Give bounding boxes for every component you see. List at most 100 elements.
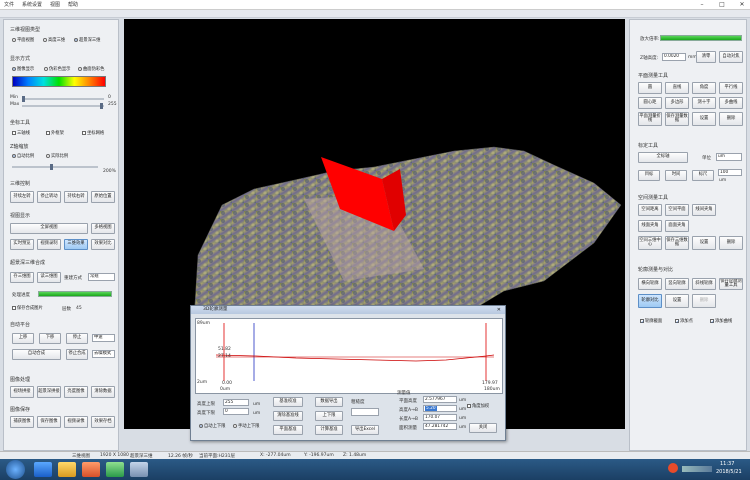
radio-pseudocolor[interactable]: 伪彩色显示 [44, 66, 70, 72]
calc-baseline-button[interactable]: 计算基准 [315, 425, 343, 435]
live-preview-button[interactable]: 实时预览 [10, 239, 34, 250]
calib-all-button[interactable]: 全标轴 [638, 152, 688, 163]
radio-edof-3d[interactable]: 超景深三维 [74, 37, 100, 43]
check-axis[interactable]: 三轴线 [12, 130, 30, 136]
horizontal-profile-button[interactable]: 横向轮廓 [638, 278, 662, 290]
profile-settings-button[interactable]: 设置 [665, 294, 689, 308]
move-down-button[interactable]: 下移 [39, 333, 61, 344]
ie-icon[interactable] [34, 462, 52, 477]
vertical-profile-button[interactable]: 竖向轮廓 [665, 278, 689, 290]
auto-focus-button[interactable]: 自动对焦 [719, 51, 743, 63]
save-3d-data-button[interactable]: 保存三维数据 [665, 236, 689, 250]
baseline-calib-button[interactable]: 基准校准 [273, 397, 303, 407]
export-excel-button[interactable]: 导出Excel [351, 425, 379, 435]
scale-bar-button[interactable]: 标尺 [692, 170, 714, 181]
check-grid[interactable]: 坐标网格 [82, 130, 104, 136]
fullscreen-button[interactable]: 全屏视图 [10, 223, 88, 234]
speed-select[interactable]: 中速 [92, 334, 115, 342]
circle-tool-button[interactable]: 圆 [638, 82, 662, 94]
menu-file[interactable]: 文件 [4, 1, 14, 8]
minimize-icon[interactable]: – [696, 0, 708, 9]
check-angle-weight[interactable]: 角度加权 [467, 403, 489, 409]
dialog-close-button[interactable]: 关闭 [469, 423, 497, 433]
check-frame[interactable]: 外框架 [46, 130, 64, 136]
close-icon[interactable]: ✕ [736, 0, 748, 9]
radio-surface-pseudocolor[interactable]: 曲面伪彩色 [78, 66, 104, 72]
multi-view-button[interactable]: 多格视图 [91, 223, 115, 234]
center-dist-button[interactable]: 圆心距 [638, 97, 662, 109]
brightness-button[interactable]: 亮度图像 [64, 386, 88, 398]
time-button[interactable]: 时间 [665, 170, 687, 181]
check-profile-section[interactable]: ✓ 轮廓截面 [640, 318, 662, 324]
sogou-icon[interactable] [668, 463, 678, 473]
space-center-button[interactable]: 空间三维中心 [638, 236, 662, 250]
polygon-button[interactable]: 多边形 [665, 97, 689, 109]
clear-z-button[interactable]: 清零 [696, 51, 716, 63]
radio-image-display[interactable]: 图像显示 [12, 66, 34, 72]
space-distance-button[interactable]: 空间距离 [638, 204, 662, 216]
space-plane-button[interactable]: 空间平面 [665, 204, 689, 216]
app-icon-2[interactable] [130, 462, 148, 477]
roughness-field[interactable] [351, 408, 379, 416]
menu-view[interactable]: 视图 [50, 1, 60, 8]
line-tool-button[interactable]: 直线 [665, 82, 689, 94]
menu-settings[interactable]: 系统设置 [22, 1, 42, 8]
radio-auto-scale[interactable]: 自动比例 [12, 153, 34, 159]
mode-select[interactable]: 去噪模式 [92, 350, 115, 358]
save-3d-button[interactable]: 存三维图 [10, 272, 34, 283]
video-capture-button[interactable]: 视频录像 [64, 416, 88, 428]
radio-manual-limit[interactable]: 手动上下限 [233, 423, 259, 429]
data-export-button[interactable]: 数据导出 [315, 397, 343, 407]
rotate-right-button[interactable]: 持续右转 [64, 191, 88, 203]
profile-delete-button[interactable]: 删除 [692, 294, 716, 308]
load-3d-button[interactable]: 读三维图 [37, 272, 61, 283]
reset-position-button[interactable]: 原始位置 [91, 191, 115, 203]
effect-compare-button[interactable]: 效果对比 [91, 239, 115, 250]
app-icon[interactable] [106, 462, 124, 477]
effect-archive-button[interactable]: 效果存档 [91, 416, 115, 428]
start-icon[interactable] [6, 460, 25, 479]
unit-select[interactable]: um [716, 153, 742, 161]
capture-button[interactable]: 捕获图像 [10, 416, 34, 428]
video-record-button[interactable]: 视频录制 [37, 239, 61, 250]
clear-baseline-button[interactable]: 清除基准线 [273, 411, 303, 421]
3d-effect-button[interactable]: 三维效果 [64, 239, 88, 250]
plane-plane-angle-button[interactable]: 面面夹角 [665, 220, 689, 232]
limits-button[interactable]: 上下限 [315, 411, 343, 421]
stop-rotate-button[interactable]: 停止转动 [37, 191, 61, 203]
zscale-slider[interactable] [12, 164, 98, 170]
menu-help[interactable]: 帮助 [68, 1, 78, 8]
stop-stage-button[interactable]: 停止 [66, 333, 88, 344]
dialog-close-icon[interactable]: ✕ [497, 306, 501, 314]
maximize-icon[interactable]: □ [716, 0, 728, 9]
radio-auto-limit[interactable]: 自动上下限 [199, 423, 225, 429]
clear-data-button[interactable]: 清除数据 [91, 386, 115, 398]
check-add-point[interactable]: ✓ 添加点 [675, 318, 693, 324]
height-lower-input[interactable]: 0 [223, 408, 249, 415]
multi-curve-button[interactable]: 多曲线 [719, 97, 743, 109]
scan-mode-select[interactable]: 常规 [88, 273, 115, 281]
space-settings-button[interactable]: 设置 [692, 236, 716, 250]
oblique-profile-button[interactable]: 斜线轮廓 [692, 278, 716, 290]
space-delete-button[interactable]: 删除 [719, 236, 743, 250]
parallel-tool-button[interactable]: 平行线 [719, 82, 743, 94]
line-plane-angle-button[interactable]: 线面夹角 [638, 220, 662, 232]
min-slider[interactable] [22, 96, 104, 102]
stitch-button[interactable]: 视场拼接 [10, 386, 34, 398]
move-up-button[interactable]: 上移 [12, 333, 34, 344]
target-button[interactable]: 目标 [638, 170, 660, 181]
edof-stitch-button[interactable]: 超景深拼接 [37, 386, 61, 398]
media-icon[interactable] [82, 462, 100, 477]
profile-compare-button[interactable]: 轮廓对比 [638, 294, 662, 308]
radio-real-scale[interactable]: 实际比例 [46, 153, 68, 159]
explorer-icon[interactable] [58, 462, 76, 477]
check-save-edof[interactable]: 保存合成图片 [12, 305, 43, 311]
check-add-curve[interactable]: ✓ 添加曲线 [710, 318, 732, 324]
save-measure-button[interactable]: 保存测量数据 [665, 112, 689, 126]
height-upper-input[interactable]: 255 [223, 399, 249, 406]
line-angle-button[interactable]: 线间夹角 [692, 204, 716, 216]
radio-height-3d[interactable]: 高度三维 [43, 37, 65, 43]
angle-tool-button[interactable]: 角度 [692, 82, 716, 94]
rotate-left-button[interactable]: 持续左转 [10, 191, 34, 203]
save-image-button[interactable]: 保存图像 [37, 416, 61, 428]
